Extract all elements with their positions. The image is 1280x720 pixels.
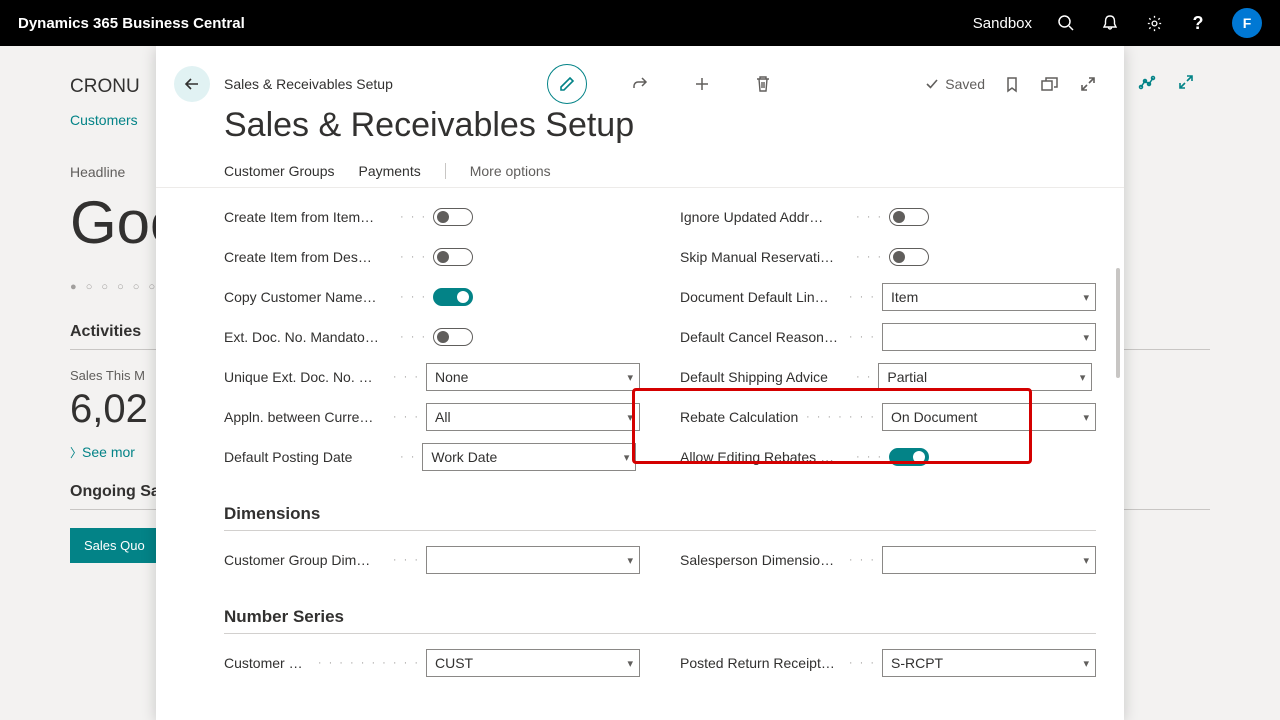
new-icon[interactable] (693, 75, 711, 93)
page-title: Sales & Receivables Setup (156, 106, 1124, 145)
bookmark-icon[interactable] (1005, 76, 1019, 93)
edit-button[interactable] (547, 64, 587, 104)
label-document-default-line: Document Default Lin… (680, 289, 843, 305)
number-series-heading: Number Series (224, 607, 1096, 633)
chevron-down-icon: ▾ (1080, 371, 1086, 384)
chevron-down-icon: ▾ (1083, 291, 1089, 304)
select-document-default-line[interactable]: Item▾ (882, 283, 1096, 311)
toggle-copy-customer-name[interactable] (433, 288, 473, 306)
environment-badge: Sandbox (973, 15, 1032, 32)
label-rebate-calculation: Rebate Calculation (680, 409, 800, 425)
popout-icon[interactable] (1041, 77, 1058, 92)
label-customer-group-dim: Customer Group Dim… (224, 552, 387, 568)
rolecenter-top-icons (1138, 74, 1194, 92)
chevron-down-icon: ▾ (624, 451, 630, 464)
select-customer-nos[interactable]: CUST▾ (426, 649, 640, 677)
select-rebate-calculation[interactable]: On Document▾ (882, 403, 1096, 431)
select-unique-ext-doc[interactable]: None▾ (426, 363, 640, 391)
label-ext-doc-mandatory: Ext. Doc. No. Mandato… (224, 329, 394, 345)
tab-customer-groups[interactable]: Customer Groups (224, 163, 334, 179)
select-default-posting-date[interactable]: Work Date▾ (422, 443, 636, 471)
chevron-down-icon: ▾ (1083, 554, 1089, 567)
label-unique-ext-doc: Unique Ext. Doc. No. … (224, 369, 387, 385)
label-default-posting-date: Default Posting Date (224, 449, 394, 465)
share-icon[interactable] (631, 75, 649, 93)
breadcrumb: Sales & Receivables Setup (224, 76, 393, 92)
avatar[interactable]: F (1232, 8, 1262, 38)
label-copy-customer-name: Copy Customer Name… (224, 289, 394, 305)
setup-panel: Sales & Receivables Setup Saved Sales & … (156, 46, 1124, 720)
search-icon[interactable] (1056, 13, 1076, 33)
label-customer-nos: Customer Nos. (224, 655, 312, 671)
label-allow-editing-rebates: Allow Editing Rebates … (680, 449, 850, 465)
label-skip-manual-reservation: Skip Manual Reservati… (680, 249, 850, 265)
topbar-actions: Sandbox ? F (973, 8, 1262, 38)
bell-icon[interactable] (1100, 13, 1120, 33)
expand-panel-icon[interactable] (1080, 76, 1096, 92)
toggle-ignore-updated-addr[interactable] (889, 208, 929, 226)
toggle-create-item-from-item[interactable] (433, 208, 473, 226)
chevron-down-icon: ▾ (627, 657, 633, 670)
select-appln-between-curr[interactable]: All▾ (426, 403, 640, 431)
toggle-create-item-from-desc[interactable] (433, 248, 473, 266)
select-salesperson-dim[interactable]: ▾ (882, 546, 1096, 574)
label-ignore-updated-addr: Ignore Updated Addr… (680, 209, 850, 225)
select-default-shipping-advice[interactable]: Partial▾ (878, 363, 1092, 391)
saved-status: Saved (925, 76, 985, 92)
chevron-down-icon: ▾ (627, 411, 633, 424)
topbar: Dynamics 365 Business Central Sandbox ? … (0, 0, 1280, 46)
toggle-allow-editing-rebates[interactable] (889, 448, 929, 466)
chevron-down-icon: ▾ (1083, 657, 1089, 670)
label-create-item-from-item: Create Item from Item… (224, 209, 394, 225)
label-salesperson-dim: Salesperson Dimensio… (680, 552, 843, 568)
smart-links-icon[interactable] (1138, 74, 1156, 92)
label-default-cancel-reason: Default Cancel Reason… (680, 329, 843, 345)
product-name: Dynamics 365 Business Central (18, 15, 245, 32)
select-customer-group-dim[interactable]: ▾ (426, 546, 640, 574)
dimensions-heading: Dimensions (224, 504, 1096, 530)
chevron-down-icon: ▾ (627, 554, 633, 567)
label-default-shipping-advice: Default Shipping Advice (680, 369, 850, 385)
label-appln-between-curr: Appln. between Curre… (224, 409, 387, 425)
help-icon[interactable]: ? (1188, 13, 1208, 33)
scrollbar[interactable] (1116, 268, 1120, 378)
select-default-cancel-reason[interactable]: ▾ (882, 323, 1096, 351)
tab-payments[interactable]: Payments (358, 163, 420, 179)
chevron-down-icon: ▾ (1083, 411, 1089, 424)
expand-icon[interactable] (1178, 74, 1194, 92)
label-posted-return-receipt: Posted Return Receipt… (680, 655, 843, 671)
gear-icon[interactable] (1144, 13, 1164, 33)
tab-more-options[interactable]: More options (470, 163, 551, 179)
panel-body: Create Item from Item…· · · Create Item … (156, 188, 1124, 720)
select-posted-return-receipt[interactable]: S-RCPT▾ (882, 649, 1096, 677)
chevron-down-icon: ▾ (1083, 331, 1089, 344)
label-create-item-from-desc: Create Item from Des… (224, 249, 394, 265)
toggle-ext-doc-mandatory[interactable] (433, 328, 473, 346)
sales-quote-tile[interactable]: Sales Quo (70, 528, 159, 563)
back-button[interactable] (174, 66, 210, 102)
toggle-skip-manual-reservation[interactable] (889, 248, 929, 266)
delete-icon[interactable] (755, 75, 771, 93)
chevron-down-icon: ▾ (627, 371, 633, 384)
